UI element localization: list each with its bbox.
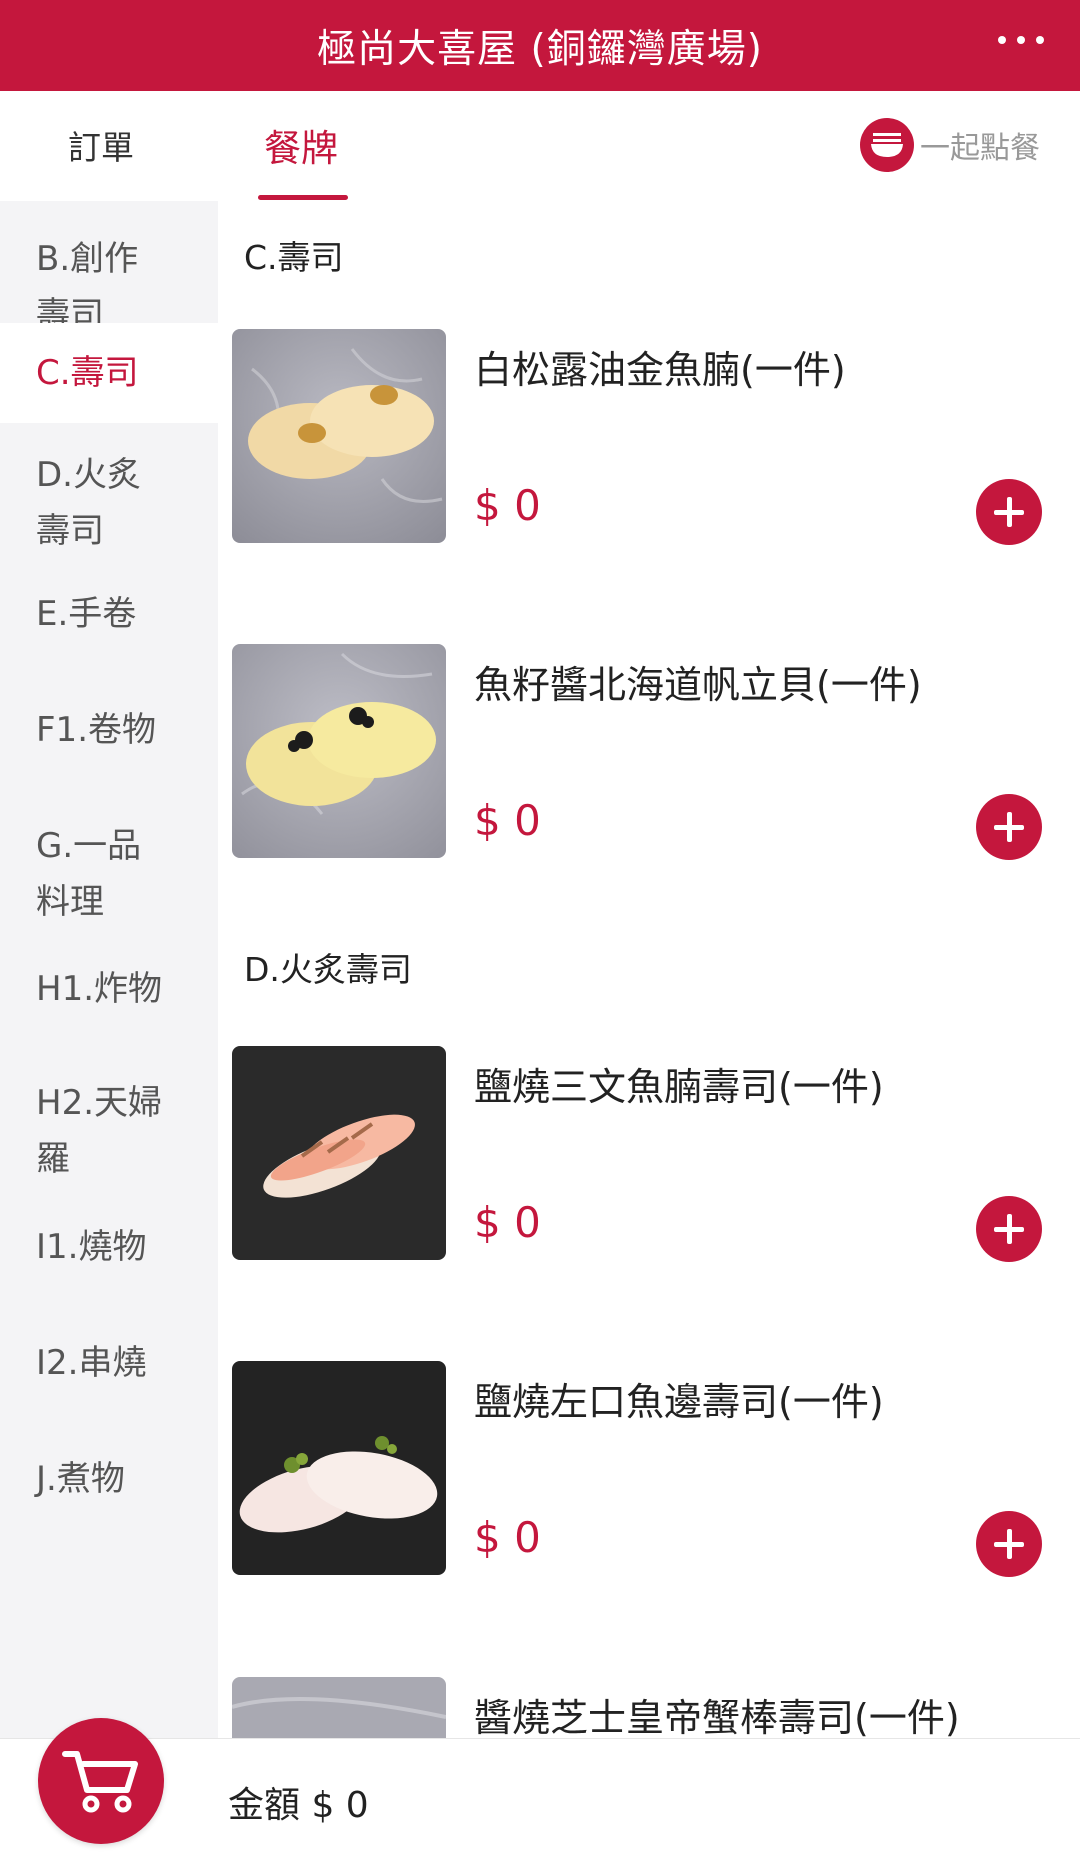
sidebar-item-aburi-sushi[interactable]: D.火炙 壽司: [0, 447, 218, 559]
sidebar-item-label: D.火炙: [36, 455, 141, 495]
menu-item[interactable]: 白松露油金魚腩(一件) $ 0: [218, 329, 1080, 545]
tab-orders[interactable]: 訂單: [68, 121, 134, 169]
add-button[interactable]: [976, 479, 1042, 545]
item-name: 白松露油金魚腩(一件): [474, 348, 846, 392]
item-photo: [232, 1677, 446, 1738]
sidebar-item-grilled[interactable]: I1.燒物: [0, 1219, 218, 1275]
menu-item[interactable]: 鹽燒左口魚邊壽司(一件) $ 0: [218, 1361, 1080, 1577]
section-title: C.壽司: [244, 238, 344, 277]
sidebar-item-label: 料理: [36, 882, 104, 922]
item-name: 魚籽醬北海道帆立貝(一件): [474, 663, 922, 707]
item-name: 鹽燒左口魚邊壽司(一件): [474, 1380, 884, 1424]
sidebar-item-sushi[interactable]: C.壽司: [0, 323, 218, 423]
store-title: 極尚大喜屋 (銅鑼灣廣場): [317, 26, 763, 72]
sidebar-item-label: 壽司: [36, 511, 104, 551]
section-title: D.火炙壽司: [244, 950, 412, 989]
active-tab-indicator: [258, 195, 348, 200]
item-photo: [232, 1361, 446, 1575]
sidebar-item-hand-roll[interactable]: E.手卷: [0, 586, 218, 642]
menu-item[interactable]: 魚籽醬北海道帆立貝(一件) $ 0: [218, 644, 1080, 860]
item-photo: [232, 329, 446, 543]
group-order-button[interactable]: 一起點餐: [860, 118, 1040, 172]
sidebar-item-label: E.手卷: [36, 594, 137, 634]
more-dots-icon[interactable]: [998, 20, 1044, 60]
bowl-icon: [860, 118, 914, 172]
sidebar-item-label: H2.天婦: [36, 1083, 163, 1123]
sidebar-item-simmered[interactable]: J.煮物: [0, 1451, 218, 1507]
menu-item[interactable]: 鹽燒三文魚腩壽司(一件) $ 0: [218, 1046, 1080, 1262]
sidebar-item-label: 羅: [36, 1139, 70, 1179]
category-sidebar: B.創作 壽司 C.壽司 D.火炙 壽司 E.手卷 F1.卷物 G.一品 料理 …: [0, 201, 218, 1738]
add-button[interactable]: [976, 1511, 1042, 1577]
tab-menu[interactable]: 餐牌: [264, 118, 338, 172]
sidebar-item-a-la-carte[interactable]: G.一品 料理: [0, 818, 218, 930]
sidebar-item-maki-roll[interactable]: F1.卷物: [0, 702, 218, 758]
add-button[interactable]: [976, 1196, 1042, 1262]
item-photo: [232, 644, 446, 858]
sidebar-item-tempura[interactable]: H2.天婦 羅: [0, 1075, 218, 1187]
sidebar-item-label: I2.串燒: [36, 1343, 147, 1383]
sidebar-item-label: B.創作: [36, 239, 139, 279]
cart-icon[interactable]: [38, 1718, 164, 1844]
sidebar-item-label: H1.炸物: [36, 969, 163, 1009]
sidebar-item-skewers[interactable]: I2.串燒: [0, 1335, 218, 1391]
item-name: 醬燒芝士皇帝蟹棒壽司(一件): [474, 1696, 960, 1738]
tab-bar: 訂單 餐牌 一起點餐: [0, 91, 1080, 202]
item-price: $ 0: [474, 1198, 541, 1247]
sidebar-item-label: G.一品: [36, 826, 142, 866]
app-header: 極尚大喜屋 (銅鑼灣廣場): [0, 0, 1080, 91]
sidebar-item-label: F1.卷物: [36, 710, 156, 750]
item-price: $ 0: [474, 796, 541, 845]
item-price: $ 0: [474, 1513, 541, 1562]
menu-list: C.壽司 白松露油金魚腩(一件) $ 0 魚籽醬北海道帆立貝(一件) $ 0 D…: [218, 201, 1080, 1738]
add-button[interactable]: [976, 794, 1042, 860]
item-price: $ 0: [474, 481, 541, 530]
sidebar-item-label: C.壽司: [36, 353, 139, 393]
menu-item[interactable]: 醬燒芝士皇帝蟹棒壽司(一件): [218, 1677, 1080, 1738]
item-name: 鹽燒三文魚腩壽司(一件): [474, 1065, 884, 1109]
item-photo: [232, 1046, 446, 1260]
sidebar-item-fried[interactable]: H1.炸物: [0, 961, 218, 1017]
sidebar-item-label: J.煮物: [36, 1459, 125, 1499]
group-order-label: 一起點餐: [920, 131, 1040, 166]
sidebar-item-label: I1.燒物: [36, 1227, 147, 1267]
total-amount: 金額 $ 0: [228, 1785, 369, 1826]
